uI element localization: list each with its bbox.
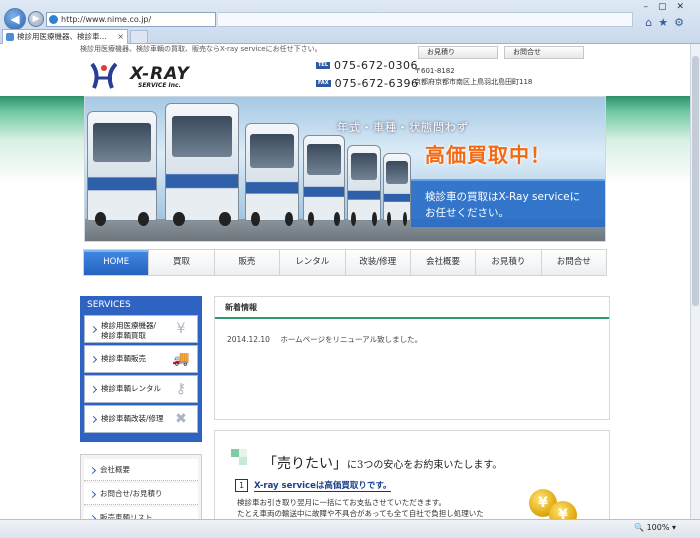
promise-point: 1 X-ray serviceは高価買取りです。 <box>235 479 392 492</box>
tab-title: 検診用医療機器、検診車... <box>17 32 107 41</box>
site-tagline: 検診用医療機器、検診車輌の買取、販売ならX-ray serviceにお任せ下さい… <box>80 45 322 53</box>
bus-graphic <box>303 135 345 226</box>
tel-tag: TEL <box>316 61 331 69</box>
hero-message-box: 検診車の買取はX-Ray serviceに お任せください。 <box>411 179 605 227</box>
sub-link-vehicle-list[interactable]: 販売車輌リスト <box>84 507 198 519</box>
services-panel: SERVICES 検診用医療機器/ 検診車輌買取 ¥ 検診車輌販売 🚚 検診車輌… <box>80 296 202 442</box>
bus-graphic <box>87 111 157 226</box>
browser-tab[interactable]: 検診用医療機器、検診車... × <box>2 29 128 44</box>
hero-subtitle: 年式・車種・状態問わず <box>337 121 469 134</box>
hero-title: 高価買取中！ <box>425 143 551 167</box>
point-number: 1 <box>235 479 248 492</box>
nav-rental[interactable]: レンタル <box>280 250 346 275</box>
top-link-contact[interactable]: お問合せ <box>504 46 584 59</box>
nav-repair[interactable]: 改装/修理 <box>346 250 411 275</box>
street-address: 京都府京都市南区上鳥羽北島田町118 <box>414 78 533 86</box>
bus-graphic <box>245 123 299 226</box>
new-tab-button[interactable] <box>130 30 148 43</box>
postal-code: 〒601-8182 <box>414 67 455 75</box>
news-text[interactable]: ホームページをリニューアル致しました。 <box>280 335 422 344</box>
back-button[interactable]: ◀ <box>4 8 26 30</box>
service-item-purchase[interactable]: 検診用医療機器/ 検診車輌買取 ¥ <box>84 315 198 343</box>
logo-text: X-RAY <box>130 64 190 84</box>
address-bar[interactable]: http://www.nime.co.jp/ <box>46 12 216 27</box>
sell-heading: 「売りたい」に3つの安心をお約束いたします。 <box>263 453 502 473</box>
bus-graphic <box>165 103 239 226</box>
yen-coins-icon: ¥ ¥ <box>527 485 577 519</box>
news-date: 2014.12.10 <box>227 335 270 344</box>
nav-home[interactable]: HOME <box>84 250 150 275</box>
square-deco-icon <box>231 449 249 467</box>
nav-purchase[interactable]: 買取 <box>149 250 215 275</box>
browser-toolbar: ◀ ▶ http://www.nime.co.jp/ 検診用医療機器、検診車..… <box>0 0 700 44</box>
address-tools <box>218 12 633 27</box>
sell-section: 「売りたい」に3つの安心をお約束いたします。 1 X-ray serviceは高… <box>214 430 610 519</box>
logo-subtext: SERVICE Inc. <box>138 82 181 89</box>
tab-close-icon[interactable]: × <box>117 30 124 43</box>
page-scrollbar[interactable] <box>690 44 700 519</box>
nav-sales[interactable]: 販売 <box>215 250 281 275</box>
sub-link-contact[interactable]: お問合せ/お見積り <box>84 483 198 505</box>
fax-number: 075-672-6396 <box>334 76 419 90</box>
news-title: 新着情報 <box>215 297 609 319</box>
nav-estimate[interactable]: お見積り <box>476 250 542 275</box>
service-item-rental[interactable]: 検診車輌レンタル ⚷ <box>84 375 198 403</box>
page-viewport: 検診用医療機器、検診車輌の買取、販売ならX-ray serviceにお任せ下さい… <box>0 44 690 519</box>
site-logo[interactable]: X-RAY SERVICE Inc. <box>90 60 220 92</box>
forward-button[interactable]: ▶ <box>28 11 44 27</box>
sub-link-company[interactable]: 会社概要 <box>84 459 198 481</box>
nav-company[interactable]: 会社概要 <box>411 250 477 275</box>
browser-tool-icons[interactable]: ⌂★⚙ <box>645 16 690 29</box>
status-bar: 🔍 100% ▾ <box>0 519 700 538</box>
news-item: 2014.12.10 ホームページをリニューアル致しました。 <box>215 319 609 345</box>
sub-links-panel: 会社概要 お問合せ/お見積り 販売車輌リスト <box>80 454 202 519</box>
point-title: X-ray serviceは高価買取りです。 <box>254 481 392 492</box>
address-url: http://www.nime.co.jp/ <box>61 15 152 24</box>
sell-heading-rest: に3つの安心をお約束いたします。 <box>347 460 503 471</box>
hero-message-line2: お任せください。 <box>425 207 509 219</box>
sell-heading-quote: 「売りたい」 <box>263 456 347 472</box>
contact-numbers: TEL 075-672-0306 FAX 075-672-6396 <box>316 56 419 92</box>
xray-logo-icon <box>90 62 118 89</box>
yen-coin-icon: ¥ <box>176 321 186 337</box>
truck-icon: 🚚 <box>172 351 190 367</box>
services-title: SERVICES <box>87 300 131 310</box>
top-links: お見積り お問合せ <box>418 46 584 59</box>
top-link-estimate[interactable]: お見積り <box>418 46 498 59</box>
news-panel: 新着情報 2014.12.10 ホームページをリニューアル致しました。 <box>214 296 610 420</box>
window-controls[interactable]: –▢✕ <box>643 2 694 12</box>
global-nav: HOME 買取 販売 レンタル 改装/修理 会社概要 お見積り お問合せ <box>83 249 607 276</box>
bus-graphic <box>383 153 411 226</box>
favicon-icon <box>6 33 14 41</box>
bus-graphic <box>347 145 381 226</box>
nav-contact[interactable]: お問合せ <box>542 250 606 275</box>
service-item-repair[interactable]: 検診車輌改装/修理 ✖ <box>84 405 198 433</box>
tools-icon: ✖ <box>175 411 187 427</box>
point-body: 検診車お引き取り翌月に一括にてお支払させていただきます。 たとえ車両の輸送中に故… <box>237 498 484 518</box>
hero-message-line1: 検診車の買取はX-Ray serviceに <box>425 191 581 203</box>
tel-number: 075-672-0306 <box>334 58 418 72</box>
globe-icon <box>49 15 58 24</box>
company-address: 〒601-8182 京都府京都市南区上鳥羽北島田町118 <box>414 66 532 88</box>
zoom-level[interactable]: 🔍 100% ▾ <box>634 523 676 532</box>
key-icon: ⚷ <box>175 381 187 397</box>
hero-banner: 年式・車種・状態問わず 高価買取中！ 検診車の買取はX-Ray serviceに… <box>84 96 606 242</box>
fax-tag: FAX <box>316 79 331 87</box>
scrollbar-thumb[interactable] <box>692 56 699 306</box>
service-item-sales[interactable]: 検診車輌販売 🚚 <box>84 345 198 373</box>
